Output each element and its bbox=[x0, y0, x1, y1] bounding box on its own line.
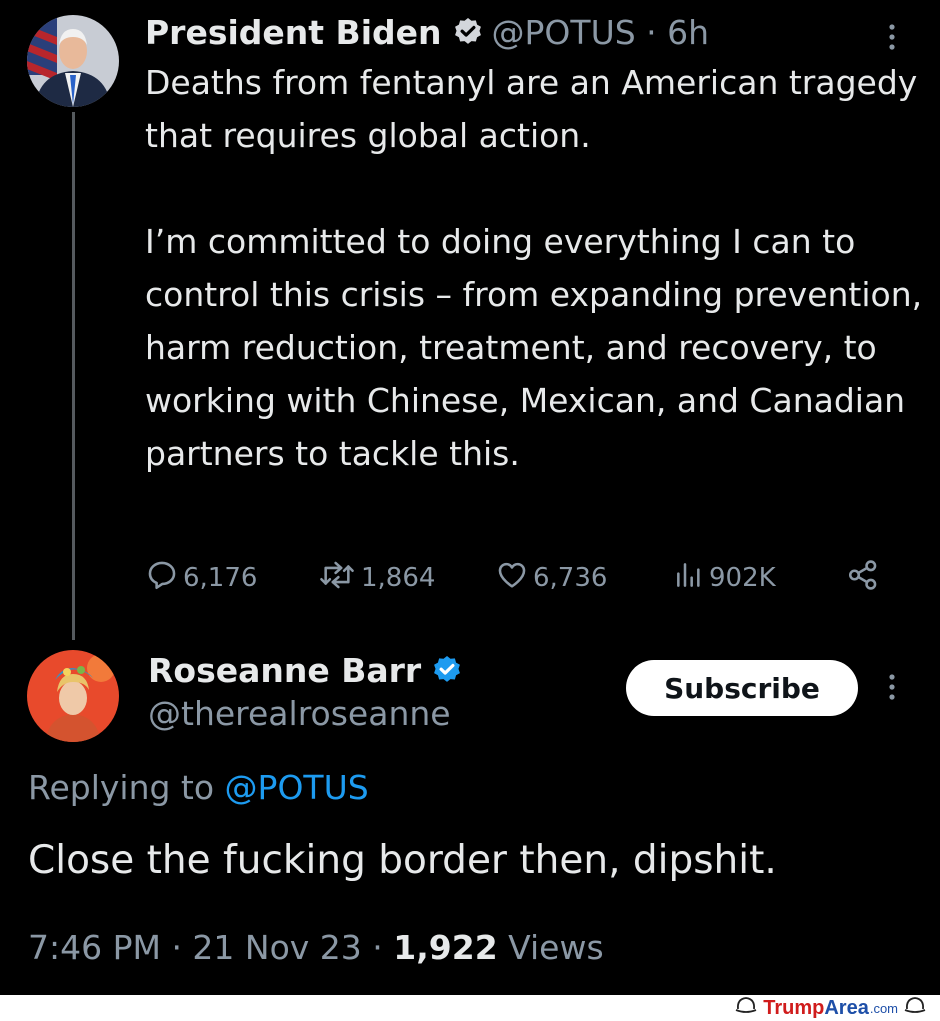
verified-badge-icon bbox=[431, 654, 463, 686]
watermark-area: Area bbox=[824, 996, 869, 1019]
repost-button[interactable]: 1,864 bbox=[317, 556, 435, 600]
tweet1-paragraph-1: Deaths from fentanyl are an American tra… bbox=[145, 63, 918, 155]
tweet1-paragraph-2: I’m committed to doing everything I can … bbox=[145, 222, 923, 473]
views-count: 1,922 bbox=[393, 928, 498, 967]
reply-count: 6,176 bbox=[183, 563, 258, 593]
timestamp[interactable]: 7:46 PM · 21 Nov 23 · bbox=[28, 928, 393, 967]
replying-to: Replying to @POTUS bbox=[28, 768, 369, 807]
verified-badge-icon bbox=[452, 16, 484, 48]
tweet1-text: Deaths from fentanyl are an American tra… bbox=[145, 56, 925, 480]
watermark-logo: Trump Area .com bbox=[729, 995, 932, 1021]
reply-button[interactable]: 6,176 bbox=[145, 556, 257, 600]
repost-count: 1,864 bbox=[361, 563, 436, 593]
views-label: Views bbox=[497, 928, 604, 967]
reply-icon bbox=[145, 558, 183, 599]
tweet2-meta: 7:46 PM · 21 Nov 23 · 1,922 Views bbox=[28, 928, 604, 967]
hat-icon bbox=[729, 995, 763, 1021]
replying-prefix: Replying to bbox=[28, 768, 215, 807]
like-icon bbox=[495, 558, 533, 599]
author-handle[interactable]: @therealroseanne bbox=[148, 694, 451, 733]
like-count: 6,736 bbox=[533, 563, 608, 593]
tweet2-text: Close the fucking border then, dipshit. bbox=[28, 838, 777, 883]
share-icon bbox=[845, 558, 885, 599]
author-name[interactable]: President Biden bbox=[145, 13, 442, 52]
views-count: 902K bbox=[709, 563, 776, 593]
thread-line bbox=[72, 112, 75, 640]
watermark-com: .com bbox=[869, 1000, 898, 1016]
share-button[interactable] bbox=[845, 556, 885, 600]
subscribe-button[interactable]: Subscribe bbox=[626, 660, 858, 716]
views-icon bbox=[673, 558, 709, 599]
replying-mention-link[interactable]: @POTUS bbox=[225, 768, 369, 807]
hat-icon bbox=[898, 995, 932, 1021]
avatar-roseanne-barr[interactable] bbox=[27, 650, 119, 742]
watermark-trump: Trump bbox=[763, 996, 825, 1019]
author-handle-time[interactable]: @POTUS · 6h bbox=[492, 13, 710, 52]
tweet1-header: President Biden @POTUS · 6h bbox=[145, 10, 709, 54]
avatar-president-biden[interactable] bbox=[27, 15, 119, 107]
author-name[interactable]: Roseanne Barr bbox=[148, 651, 421, 690]
watermark-bar: Trump Area .com bbox=[0, 995, 940, 1021]
tweet1-actions: 6,176 1,864 6,736 902K bbox=[145, 556, 895, 600]
tweet2-header: Roseanne Barr bbox=[148, 648, 471, 692]
repost-icon bbox=[317, 558, 361, 599]
like-button[interactable]: 6,736 bbox=[495, 556, 607, 600]
more-vertical-icon[interactable] bbox=[884, 22, 900, 56]
views-button[interactable]: 902K bbox=[673, 556, 776, 600]
more-vertical-icon[interactable] bbox=[884, 672, 900, 706]
